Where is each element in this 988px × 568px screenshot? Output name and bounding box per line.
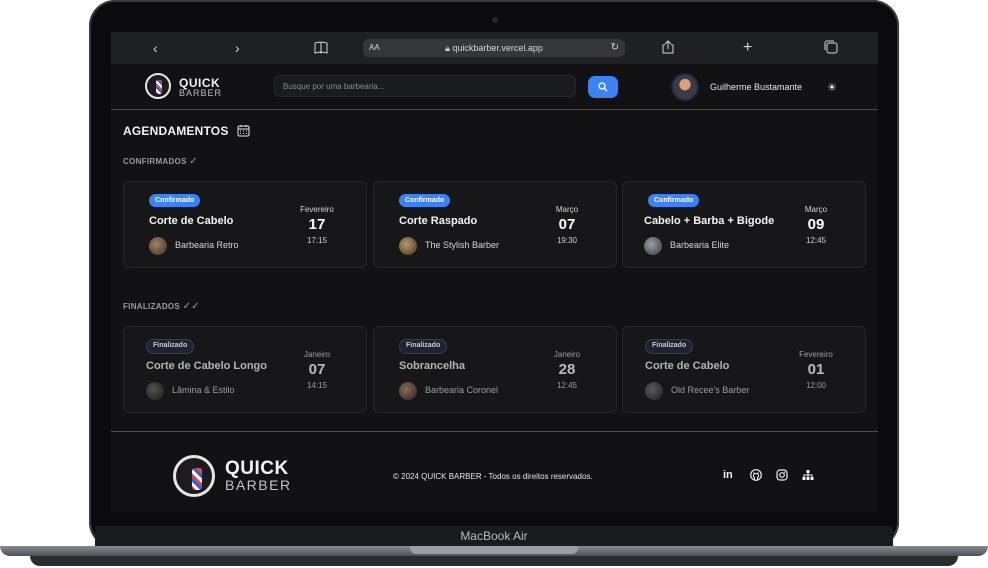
shop-avatar	[644, 237, 662, 255]
shop-avatar	[645, 382, 663, 400]
booking-time: 19:30	[556, 236, 578, 245]
reload-icon[interactable]: ↻	[611, 39, 619, 57]
lock-icon: 🔒︎	[445, 43, 450, 53]
footer-logo-barber: BARBER	[225, 477, 292, 493]
shop-name: Old Recee's Barber	[671, 385, 750, 395]
copyright-text: © 2024 QUICK BARBER - Todos os direitos …	[393, 472, 593, 481]
booking-time: 17:15	[306, 236, 328, 245]
device-label: MacBook Air	[460, 529, 528, 543]
laptop-notch	[410, 546, 578, 554]
logo-barber: BARBER	[179, 88, 223, 98]
booking-month: Janeiro	[303, 350, 331, 359]
booking-time: 14:15	[306, 381, 328, 390]
page-title: AGENDAMENTOS	[123, 124, 229, 138]
camera	[492, 17, 498, 23]
theme-toggle-sun-icon[interactable]: ☀	[827, 81, 837, 94]
shop-avatar	[149, 237, 167, 255]
shop-avatar	[146, 382, 164, 400]
booking-month: Fevereiro	[799, 350, 833, 359]
instagram-icon[interactable]	[776, 469, 788, 484]
status-badge: Finalizado	[645, 339, 694, 354]
booking-card[interactable]: Finalizado Sobrancelha Barbearia Coronel…	[373, 326, 617, 413]
booking-day: 07	[308, 361, 326, 378]
tabs-icon[interactable]	[824, 40, 838, 58]
shop-avatar	[399, 382, 417, 400]
finished-section-label: FINALIZADOS ✓✓	[123, 301, 200, 312]
user-avatar[interactable]	[671, 73, 699, 101]
booking-month: Fevereiro	[300, 205, 334, 214]
forward-icon[interactable]: ›	[235, 39, 240, 57]
header-logo[interactable]: QUICK BARBER	[145, 71, 225, 103]
barber-pole-logo-icon	[173, 455, 215, 497]
service-name: Corte de Cabelo	[645, 360, 730, 372]
user-name: Guilherme Bustamante	[710, 82, 803, 92]
shop-avatar	[399, 237, 417, 255]
github-icon[interactable]	[750, 469, 762, 484]
address-bar[interactable]: AA 🔒︎ quickbarber.vercel.app ↻	[363, 39, 625, 57]
confirmed-section-label: CONFIRMADOS ✓	[123, 156, 198, 167]
booking-day: 28	[558, 361, 576, 378]
shop-name: Barbearia Coronel	[425, 385, 499, 395]
confirmed-label-text: CONFIRMADOS	[123, 157, 187, 166]
laptop-base-bottom	[30, 556, 958, 566]
double-check-icon: ✓✓	[182, 301, 200, 312]
footer-logo[interactable]: QUICK BARBER	[173, 453, 303, 499]
share-icon[interactable]	[662, 40, 674, 58]
status-badge: Confirmado	[149, 194, 201, 207]
booking-time: 12:45	[805, 236, 827, 245]
booking-month: Março	[804, 205, 828, 214]
shop-name: Barbearia Retro	[175, 240, 239, 250]
booking-day: 17	[308, 216, 326, 233]
linkedin-icon[interactable]: in	[723, 469, 733, 481]
footer-divider	[111, 431, 878, 432]
url-text: 🔒︎ quickbarber.vercel.app	[363, 39, 625, 57]
url: quickbarber.vercel.app	[452, 43, 543, 53]
booking-card[interactable]: Finalizado Corte de Cabelo Old Recee's B…	[622, 326, 866, 413]
shop-name: Barbearia Elite	[670, 240, 730, 250]
booking-card[interactable]: Confirmado Corte de Cabelo Barbearia Ret…	[123, 181, 367, 268]
booking-month: Janeiro	[553, 350, 581, 359]
booking-time: 12:45	[556, 381, 578, 390]
service-name: Corte de Cabelo Longo	[146, 360, 267, 372]
screen: ‹ › AA 🔒︎ quickbarber.vercel.app ↻ + QUI…	[111, 32, 878, 512]
service-name: Corte Raspado	[399, 215, 478, 227]
barber-pole-logo-icon	[145, 73, 171, 99]
status-badge: Confirmado	[399, 194, 451, 207]
status-badge: Finalizado	[399, 339, 448, 354]
booking-month: Março	[555, 205, 579, 214]
back-icon[interactable]: ‹	[153, 39, 158, 57]
booking-card[interactable]: Confirmado Corte Raspado The Stylish Bar…	[373, 181, 617, 268]
booking-day: 09	[807, 216, 825, 233]
service-name: Cabelo + Barba + Bigode	[644, 215, 775, 227]
finished-label-text: FINALIZADOS	[123, 302, 181, 311]
booking-day: 07	[558, 216, 576, 233]
check-icon: ✓	[189, 156, 198, 167]
search-icon	[598, 82, 608, 92]
booking-card[interactable]: Finalizado Corte de Cabelo Longo Lâmina …	[123, 326, 367, 413]
booking-day: 01	[807, 361, 825, 378]
service-name: Corte de Cabelo	[149, 215, 234, 227]
new-tab-icon[interactable]: +	[743, 39, 752, 57]
status-badge: Confirmado	[648, 194, 700, 207]
shop-name: The Stylish Barber	[425, 240, 500, 250]
status-badge: Finalizado	[146, 339, 195, 354]
calendar-icon	[237, 124, 250, 142]
booking-time: 12:00	[805, 381, 827, 390]
shop-name: Lâmina & Estilo	[172, 385, 235, 395]
sitemap-icon[interactable]	[802, 469, 814, 484]
booking-card[interactable]: Confirmado Cabelo + Barba + Bigode Barbe…	[622, 181, 866, 268]
search-input[interactable]	[274, 75, 576, 97]
browser-toolbar: ‹ › AA 🔒︎ quickbarber.vercel.app ↻ +	[111, 32, 878, 64]
book-icon[interactable]	[314, 40, 328, 58]
search-button[interactable]	[588, 76, 618, 98]
service-name: Sobrancelha	[399, 360, 466, 372]
